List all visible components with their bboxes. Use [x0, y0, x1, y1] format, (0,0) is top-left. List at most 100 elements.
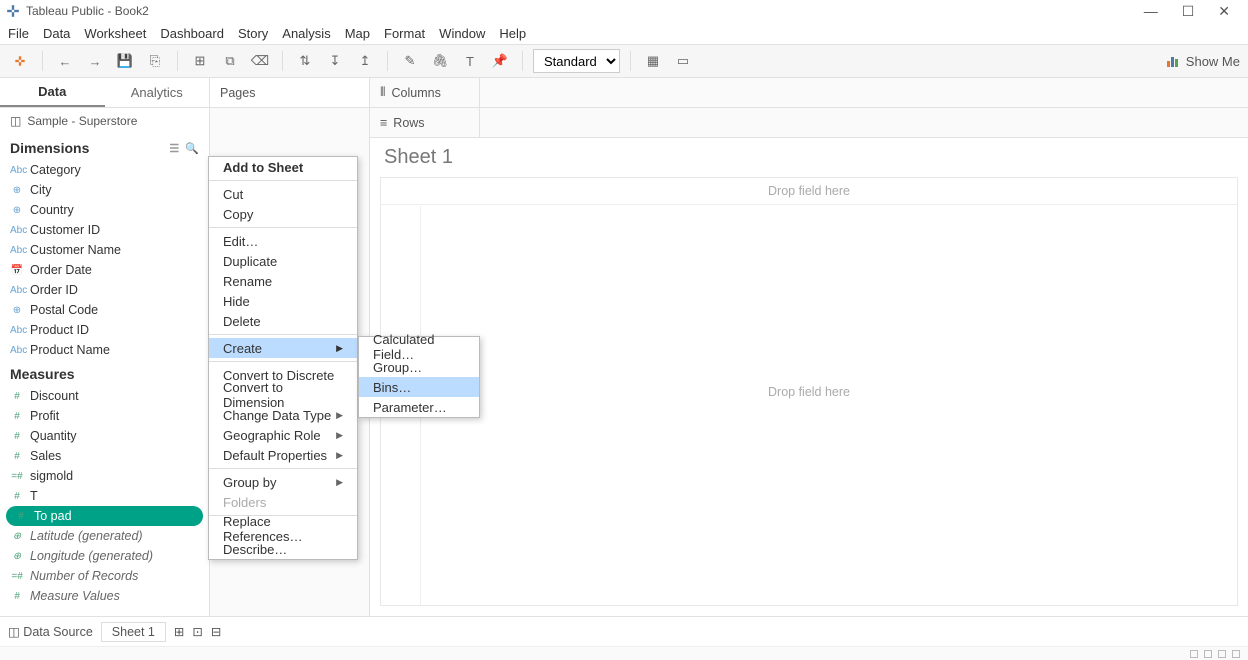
sort-asc-icon[interactable]: ↧: [323, 49, 347, 73]
ctx-edit[interactable]: Edit…: [209, 231, 357, 251]
menu-story[interactable]: Story: [238, 26, 268, 41]
ctx-group-by[interactable]: Group by: [209, 472, 357, 492]
cards-icon[interactable]: ▦: [641, 49, 665, 73]
menu-data[interactable]: Data: [43, 26, 70, 41]
group-icon[interactable]: 🖇: [428, 49, 452, 73]
ctx-replace-refs[interactable]: Replace References…: [209, 519, 357, 539]
measure-field[interactable]: =#Number of Records: [0, 566, 209, 586]
ctx-rename[interactable]: Rename: [209, 271, 357, 291]
maximize-button[interactable]: ☐: [1182, 3, 1195, 20]
tableau-icon[interactable]: [8, 49, 32, 73]
drop-hint-center: Drop field here: [768, 385, 850, 399]
columns-shelf[interactable]: ⦀Columns: [370, 78, 1248, 108]
close-button[interactable]: ✕: [1218, 3, 1230, 20]
menu-dashboard[interactable]: Dashboard: [160, 26, 224, 41]
menu-help[interactable]: Help: [499, 26, 526, 41]
dimension-field[interactable]: AbcProduct Name: [0, 340, 209, 360]
menu-map[interactable]: Map: [345, 26, 370, 41]
measure-field[interactable]: #Sales: [0, 446, 209, 466]
measure-field[interactable]: #To pad: [6, 506, 203, 526]
ctx-geographic-role[interactable]: Geographic Role: [209, 425, 357, 445]
field-label: Country: [30, 203, 74, 217]
show-me-button[interactable]: Show Me: [1166, 54, 1240, 69]
ctx-default-properties[interactable]: Default Properties: [209, 445, 357, 465]
ctx-calculated-field[interactable]: Calculated Field…: [359, 337, 479, 357]
measure-field[interactable]: #Measure Values: [0, 586, 209, 606]
field-label: Measure Values: [30, 589, 120, 603]
duplicate-icon[interactable]: ⧉: [218, 49, 242, 73]
ctx-parameter[interactable]: Parameter…: [359, 397, 479, 417]
measures-header: Measures: [0, 360, 209, 386]
label-icon[interactable]: T: [458, 49, 482, 73]
ctx-delete[interactable]: Delete: [209, 311, 357, 331]
tab-data[interactable]: Data: [0, 78, 105, 107]
new-dashboard-icon[interactable]: ⊡: [192, 624, 202, 639]
redo-icon[interactable]: →: [83, 49, 107, 73]
ctx-duplicate[interactable]: Duplicate: [209, 251, 357, 271]
swap-icon[interactable]: ⇅: [293, 49, 317, 73]
field-type-icon: ⊕: [10, 531, 24, 542]
pin-icon[interactable]: 📌: [488, 49, 512, 73]
list-view-icon[interactable]: ☰: [169, 142, 179, 155]
search-icon[interactable]: 🔍: [185, 142, 199, 155]
dimensions-header: Dimensions ☰🔍: [0, 134, 209, 160]
menu-file[interactable]: File: [8, 26, 29, 41]
ctx-convert-dimension[interactable]: Convert to Dimension: [209, 385, 357, 405]
ctx-copy[interactable]: Copy: [209, 204, 357, 224]
dimension-field[interactable]: AbcCustomer Name: [0, 240, 209, 260]
ctx-cut[interactable]: Cut: [209, 184, 357, 204]
menu-window[interactable]: Window: [439, 26, 485, 41]
measure-field[interactable]: =#sigmold: [0, 466, 209, 486]
dimension-field[interactable]: ⊕Postal Code: [0, 300, 209, 320]
measure-field[interactable]: #Discount: [0, 386, 209, 406]
field-label: Product Name: [30, 343, 110, 357]
canvas[interactable]: Drop field here Drop field here Drop fie…: [380, 177, 1238, 606]
field-label: Sales: [30, 449, 61, 463]
dimension-field[interactable]: AbcCustomer ID: [0, 220, 209, 240]
menu-worksheet[interactable]: Worksheet: [84, 26, 146, 41]
undo-icon[interactable]: ←: [53, 49, 77, 73]
field-label: Longitude (generated): [30, 549, 153, 563]
fit-dropdown[interactable]: Standard: [533, 49, 620, 73]
datasource-tab[interactable]: ◫ Data Source: [8, 624, 93, 639]
measure-field[interactable]: ⊕Latitude (generated): [0, 526, 209, 546]
dimension-field[interactable]: ⊕Country: [0, 200, 209, 220]
save-icon[interactable]: 💾: [113, 49, 137, 73]
presentation-icon[interactable]: ▭: [671, 49, 695, 73]
measure-field[interactable]: #Quantity: [0, 426, 209, 446]
columns-icon: ⦀: [380, 85, 386, 100]
ctx-add-to-sheet[interactable]: Add to Sheet: [209, 157, 357, 177]
field-label: Number of Records: [30, 569, 138, 583]
new-worksheet-icon[interactable]: ⊞: [188, 49, 212, 73]
menu-format[interactable]: Format: [384, 26, 425, 41]
datasource-row[interactable]: ◫ Sample - Superstore: [0, 108, 209, 134]
dimension-field[interactable]: ⊕City: [0, 180, 209, 200]
new-data-icon[interactable]: ⎘: [143, 49, 167, 73]
new-sheet-icon[interactable]: ⊞: [174, 624, 184, 639]
dimension-field[interactable]: AbcProduct ID: [0, 320, 209, 340]
sort-desc-icon[interactable]: ↥: [353, 49, 377, 73]
sheet-tab-1[interactable]: Sheet 1: [101, 622, 166, 642]
ctx-bins[interactable]: Bins…: [359, 377, 479, 397]
measure-field[interactable]: #Profit: [0, 406, 209, 426]
ctx-hide[interactable]: Hide: [209, 291, 357, 311]
new-story-icon[interactable]: ⊟: [211, 624, 221, 639]
minimize-button[interactable]: —: [1144, 3, 1158, 20]
pages-shelf[interactable]: Pages: [210, 78, 369, 108]
dimension-field[interactable]: AbcOrder ID: [0, 280, 209, 300]
rows-shelf[interactable]: ≡Rows: [370, 108, 1248, 138]
measure-field[interactable]: ⊕Longitude (generated): [0, 546, 209, 566]
status-indicator: [1190, 650, 1198, 658]
measure-field[interactable]: #T: [0, 486, 209, 506]
create-submenu: Calculated Field… Group… Bins… Parameter…: [358, 336, 480, 418]
tab-analytics[interactable]: Analytics: [105, 78, 210, 107]
field-label: Category: [30, 163, 81, 177]
clear-icon[interactable]: ⌫: [248, 49, 272, 73]
highlight-icon[interactable]: ✎: [398, 49, 422, 73]
data-pane: Data Analytics ◫ Sample - Superstore Dim…: [0, 78, 210, 616]
ctx-create[interactable]: Create: [209, 338, 357, 358]
menu-analysis[interactable]: Analysis: [282, 26, 330, 41]
sheet-title[interactable]: Sheet 1: [370, 138, 1248, 177]
dimension-field[interactable]: 📅Order Date: [0, 260, 209, 280]
dimension-field[interactable]: AbcCategory: [0, 160, 209, 180]
